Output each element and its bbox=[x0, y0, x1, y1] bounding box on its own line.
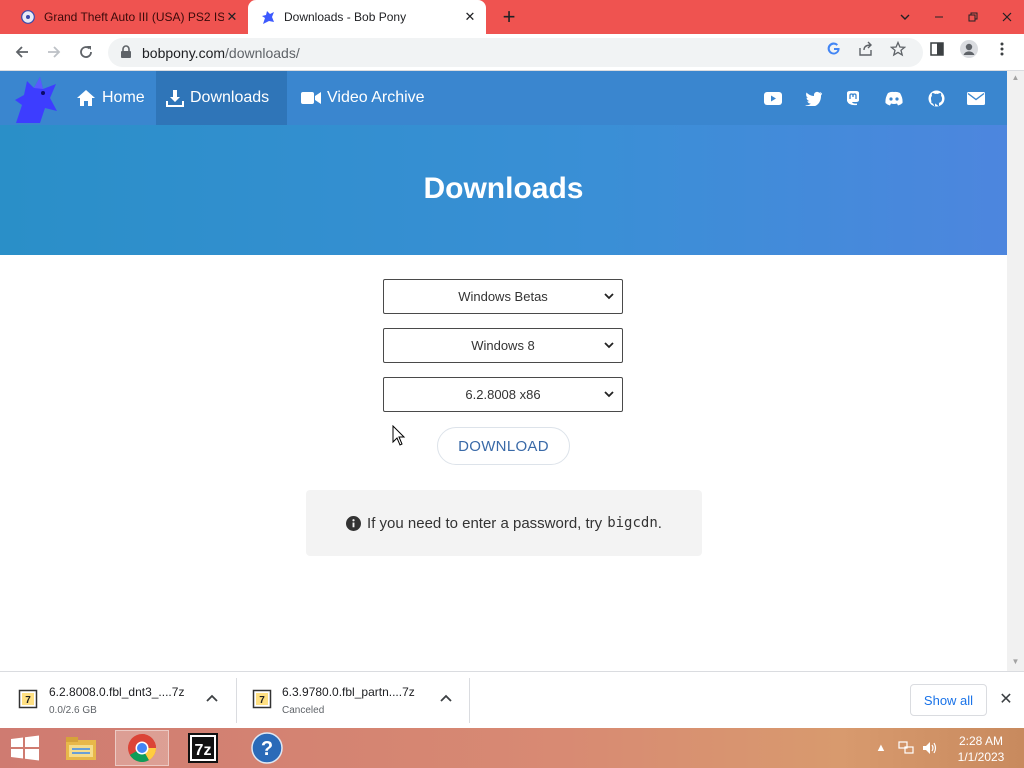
shelf-divider bbox=[469, 678, 470, 723]
archive-file-icon: 7 bbox=[18, 689, 38, 709]
mouse-cursor-icon bbox=[392, 425, 406, 446]
nav-video-archive-label: Video Archive bbox=[327, 89, 425, 106]
file-explorer-icon[interactable] bbox=[54, 730, 108, 766]
download-status: 0.0/2.6 GB bbox=[49, 705, 97, 716]
tab-title: Downloads - Bob Pony bbox=[284, 10, 407, 24]
nav-home-label: Home bbox=[102, 89, 145, 106]
help-icon[interactable]: ? bbox=[240, 730, 294, 766]
build-select-value: 6.2.8008 x86 bbox=[465, 387, 541, 402]
twitter-icon[interactable] bbox=[804, 88, 824, 108]
mail-icon[interactable] bbox=[966, 88, 986, 108]
google-icon[interactable] bbox=[825, 40, 843, 58]
chevron-up-icon[interactable] bbox=[205, 692, 219, 706]
svg-text:7: 7 bbox=[259, 695, 265, 706]
chevron-down-icon bbox=[604, 342, 614, 349]
volume-icon[interactable] bbox=[919, 728, 941, 768]
tab-title: Grand Theft Auto III (USA) PS2 IS bbox=[44, 10, 224, 24]
info-circle-icon bbox=[346, 515, 362, 531]
download-button[interactable]: DOWNLOAD bbox=[437, 427, 570, 465]
download-item[interactable]: 7 6.3.9780.0.fbl_partn....7z Canceled bbox=[236, 672, 469, 729]
url-path: /downloads/ bbox=[225, 45, 300, 61]
tab-downloads[interactable]: Downloads - Bob Pony ✕ bbox=[248, 0, 486, 34]
download-item[interactable]: 7 6.2.8008.0.fbl_dnt3_....7z 0.0/2.6 GB bbox=[0, 672, 236, 729]
url-host: bobpony.com bbox=[142, 45, 226, 61]
restore-icon[interactable] bbox=[956, 0, 990, 34]
discord-icon[interactable] bbox=[884, 88, 904, 108]
scroll-down-arrow-icon[interactable]: ▼ bbox=[1007, 655, 1024, 669]
category-select-value: Windows Betas bbox=[458, 289, 548, 304]
system-clock[interactable]: 2:28 AM 1/1/2023 bbox=[950, 733, 1012, 765]
url-text: bobpony.com/downloads/ bbox=[142, 45, 300, 61]
close-window-icon[interactable] bbox=[990, 0, 1024, 34]
page-scrollbar[interactable]: ▲ ▼ bbox=[1007, 71, 1024, 671]
password-info-box: If you need to enter a password, try bigc… bbox=[306, 490, 702, 556]
info-text: If you need to enter a password, try bbox=[367, 514, 603, 532]
taskbar: 7z ? ▲ 2:28 AM 1/1/2023 bbox=[0, 728, 1024, 768]
nav-video-archive[interactable]: Video Archive bbox=[291, 71, 435, 125]
svg-text:7z: 7z bbox=[195, 742, 212, 759]
bobpony-logo[interactable] bbox=[10, 73, 62, 125]
hero-banner: Downloads bbox=[0, 125, 1007, 255]
tray-expand-icon[interactable]: ▲ bbox=[872, 728, 890, 768]
product-select-value: Windows 8 bbox=[471, 338, 535, 353]
bobpony-favicon-icon bbox=[260, 9, 276, 25]
reload-icon[interactable] bbox=[74, 40, 98, 64]
youtube-icon[interactable] bbox=[763, 88, 783, 108]
chevron-down-icon bbox=[604, 293, 614, 300]
window-controls bbox=[888, 0, 1024, 34]
download-icon bbox=[166, 90, 184, 107]
download-shelf: 7 6.2.8008.0.fbl_dnt3_....7z 0.0/2.6 GB … bbox=[0, 671, 1024, 728]
clock-time: 2:28 AM bbox=[958, 734, 1004, 748]
close-shelf-icon[interactable]: ✕ bbox=[997, 691, 1015, 709]
disc-icon bbox=[20, 9, 36, 25]
chevron-down-icon[interactable] bbox=[888, 0, 922, 34]
download-status: Canceled bbox=[282, 705, 325, 716]
plus-icon[interactable]: + bbox=[498, 6, 520, 29]
windows-start-icon[interactable] bbox=[8, 735, 42, 761]
tab-gta[interactable]: Grand Theft Auto III (USA) PS2 IS ✕ bbox=[8, 0, 248, 34]
video-camera-icon bbox=[301, 92, 321, 104]
build-select[interactable]: 6.2.8008 x86 bbox=[383, 377, 623, 412]
browser-toolbar: bobpony.com/downloads/ bbox=[0, 34, 1024, 71]
scroll-up-arrow-icon[interactable]: ▲ bbox=[1007, 71, 1024, 85]
share-icon[interactable] bbox=[857, 40, 875, 58]
info-suffix: . bbox=[657, 514, 662, 532]
download-filename: 6.3.9780.0.fbl_partn....7z bbox=[282, 685, 415, 699]
7zip-icon[interactable]: 7z bbox=[176, 730, 230, 766]
forward-arrow-icon[interactable] bbox=[42, 40, 66, 64]
home-icon bbox=[77, 90, 95, 106]
tab-close-icon[interactable]: ✕ bbox=[224, 9, 240, 25]
show-all-button[interactable]: Show all bbox=[910, 684, 987, 716]
mastodon-icon[interactable] bbox=[843, 88, 863, 108]
page-title: Downloads bbox=[423, 172, 584, 205]
nav-downloads-label: Downloads bbox=[190, 89, 270, 106]
site-navbar: Home Downloads Video Archive bbox=[0, 71, 1007, 125]
product-select[interactable]: Windows 8 bbox=[383, 328, 623, 363]
chrome-icon[interactable] bbox=[115, 730, 169, 766]
lock-icon[interactable] bbox=[120, 45, 134, 59]
address-bar[interactable]: bobpony.com/downloads/ bbox=[108, 38, 923, 67]
nav-home[interactable]: Home bbox=[66, 71, 155, 125]
chevron-up-icon[interactable] bbox=[439, 692, 453, 706]
profile-avatar-icon[interactable] bbox=[960, 40, 978, 58]
archive-file-icon: 7 bbox=[252, 689, 272, 709]
kebab-menu-icon[interactable] bbox=[993, 40, 1011, 58]
tab-strip: Grand Theft Auto III (USA) PS2 IS ✕ Down… bbox=[0, 0, 1024, 34]
svg-text:7: 7 bbox=[25, 695, 31, 706]
star-icon[interactable] bbox=[889, 40, 907, 58]
github-icon[interactable] bbox=[926, 88, 946, 108]
chevron-down-icon bbox=[604, 391, 614, 398]
minimize-icon[interactable] bbox=[922, 0, 956, 34]
nav-downloads[interactable]: Downloads bbox=[156, 71, 287, 125]
svg-text:?: ? bbox=[261, 738, 273, 760]
download-filename: 6.2.8008.0.fbl_dnt3_....7z bbox=[49, 685, 185, 699]
side-panel-icon[interactable] bbox=[928, 40, 946, 58]
tab-close-icon[interactable]: ✕ bbox=[462, 9, 478, 25]
back-arrow-icon[interactable] bbox=[10, 40, 34, 64]
clock-date: 1/1/2023 bbox=[957, 750, 1005, 764]
network-icon[interactable] bbox=[895, 728, 917, 768]
category-select[interactable]: Windows Betas bbox=[383, 279, 623, 314]
password-code: bigcdn bbox=[607, 515, 658, 531]
